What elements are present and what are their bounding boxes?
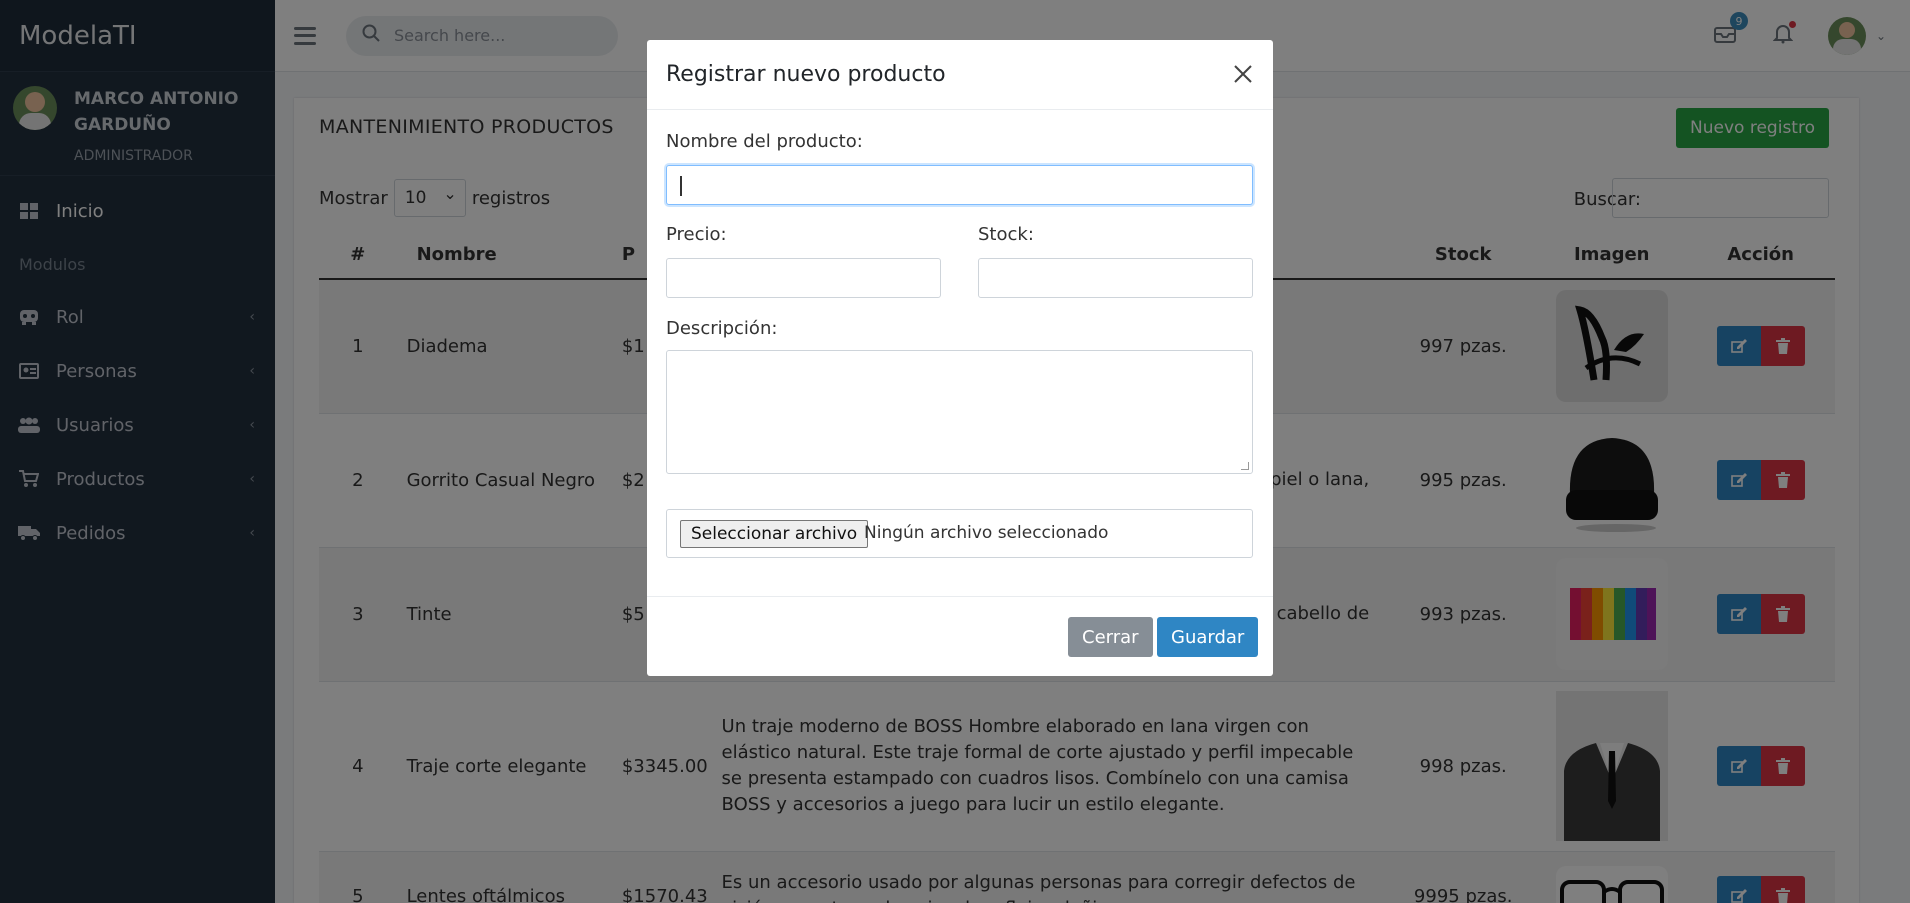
image-file-input: Seleccionar archivo Ningún archivo selec… [666, 509, 1253, 558]
resize-handle-icon[interactable] [1241, 462, 1249, 470]
modal-header: Registrar nuevo producto [647, 40, 1273, 110]
product-name-input[interactable] [666, 165, 1253, 205]
description-label: Descripción: [666, 318, 778, 339]
price-label: Precio: [666, 224, 727, 245]
save-button[interactable]: Guardar [1157, 617, 1259, 657]
close-icon[interactable] [1231, 62, 1255, 86]
text-cursor [680, 176, 682, 196]
cancel-button[interactable]: Cerrar [1068, 617, 1153, 657]
product-name-label: Nombre del producto: [666, 131, 863, 152]
new-product-modal: Registrar nuevo producto Nombre del prod… [647, 40, 1273, 676]
modal-title: Registrar nuevo producto [666, 62, 946, 87]
description-textarea[interactable] [666, 350, 1253, 474]
file-status-text: Ningún archivo seleccionado [864, 523, 1109, 543]
choose-file-button[interactable]: Seleccionar archivo [680, 520, 869, 548]
stock-input[interactable] [978, 258, 1253, 298]
modal-footer: Cerrar Guardar [647, 596, 1273, 676]
price-input[interactable] [666, 258, 941, 298]
stock-label: Stock: [978, 224, 1034, 245]
